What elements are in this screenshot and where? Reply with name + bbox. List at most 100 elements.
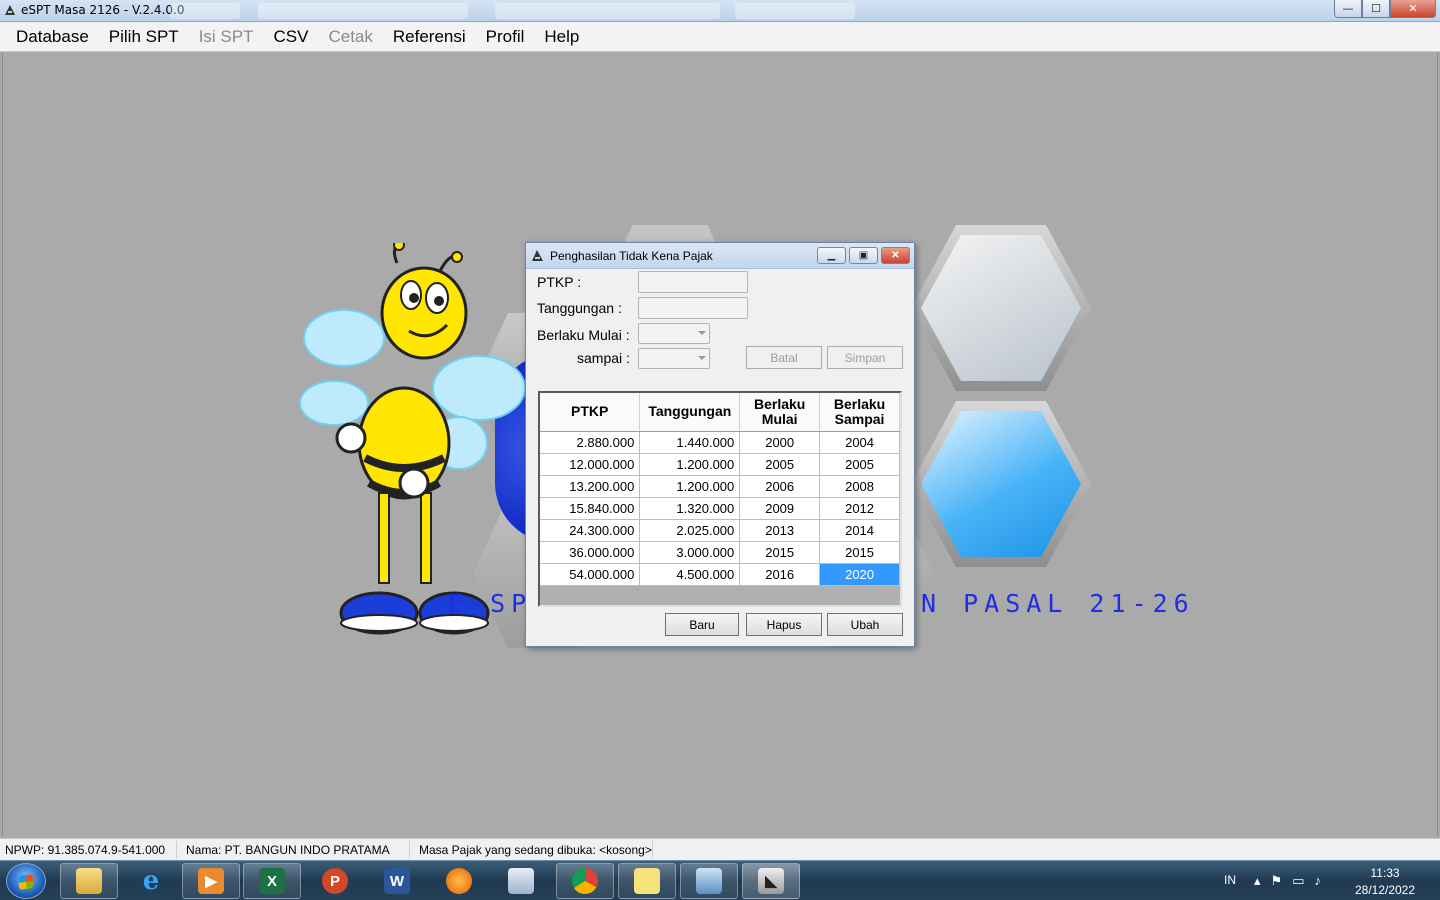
menu-cetak: Cetak bbox=[328, 26, 373, 46]
simpan-button[interactable]: Simpan bbox=[827, 346, 903, 369]
berlaku-mulai-cell[interactable]: 2009 bbox=[739, 497, 821, 520]
background-tab-ghost bbox=[495, 3, 720, 19]
window-title: eSPT Masa 2126 - V.2.4.0.0 bbox=[21, 3, 185, 17]
table-row[interactable]: 15.840.000 1.320.000 2009 2012 bbox=[540, 497, 900, 520]
menu-bar: Database Pilih SPT Isi SPT CSV Cetak Ref… bbox=[0, 22, 1440, 52]
show-hidden-icons-icon[interactable]: ▴ bbox=[1254, 873, 1261, 889]
berlaku-mulai-cell[interactable]: 2000 bbox=[739, 431, 821, 454]
action-center-icon[interactable]: ⚑ bbox=[1271, 873, 1283, 889]
volume-icon[interactable]: ♪ bbox=[1314, 873, 1321, 889]
minimize-button[interactable]: — bbox=[1334, 0, 1362, 18]
start-button[interactable] bbox=[6, 863, 46, 899]
taskbar-control-panel[interactable] bbox=[680, 863, 738, 899]
menu-referensi[interactable]: Referensi bbox=[383, 27, 476, 47]
sticky-notes-icon bbox=[634, 868, 660, 894]
internet-explorer-icon: e bbox=[142, 866, 160, 896]
table-row[interactable]: 54.000.000 4.500.000 2016 2020 bbox=[540, 563, 900, 586]
table-row[interactable]: 13.200.000 1.200.000 2006 2008 bbox=[540, 475, 900, 498]
tanggungan-cell[interactable]: 4.500.000 bbox=[639, 563, 741, 586]
network-icon[interactable]: ▭ bbox=[1292, 873, 1304, 889]
taskbar-internet-explorer[interactable]: e bbox=[122, 863, 180, 899]
berlaku-sampai-cell[interactable]: 2012 bbox=[819, 497, 900, 520]
menu-database[interactable]: Database bbox=[6, 27, 99, 47]
close-button[interactable]: ✕ bbox=[1390, 0, 1436, 18]
ptkp-cell[interactable]: 54.000.000 bbox=[540, 563, 641, 586]
taskbar-firefox[interactable] bbox=[430, 863, 488, 899]
menu-isi-spt: Isi SPT bbox=[198, 26, 254, 46]
table-row[interactable]: 36.000.000 3.000.000 2015 2015 bbox=[540, 541, 900, 564]
tanggungan-label: Tanggungan : bbox=[537, 300, 622, 316]
column-header-tanggungan[interactable]: Tanggungan bbox=[639, 393, 741, 432]
tanggungan-cell[interactable]: 3.000.000 bbox=[639, 541, 741, 564]
clock[interactable]: 11:33 28/12/2022 bbox=[1350, 865, 1420, 899]
network-tool-icon bbox=[508, 868, 534, 894]
taskbar-media-player[interactable]: ▶ bbox=[182, 863, 240, 899]
ubah-button[interactable]: Ubah bbox=[827, 613, 903, 636]
tanggungan-cell[interactable]: 1.200.000 bbox=[639, 475, 741, 498]
sampai-label: sampai : bbox=[577, 350, 630, 366]
table-row[interactable]: 12.000.000 1.200.000 2005 2005 bbox=[540, 453, 900, 476]
taskbar-file-explorer[interactable] bbox=[60, 863, 118, 899]
berlaku-sampai-cell[interactable]: 2004 bbox=[819, 431, 900, 454]
taskbar-chrome[interactable] bbox=[556, 863, 614, 899]
tanggungan-cell[interactable]: 1.440.000 bbox=[639, 431, 741, 454]
berlaku-sampai-cell[interactable]: 2005 bbox=[819, 453, 900, 476]
taskbar-excel[interactable]: X bbox=[243, 863, 301, 899]
berlaku-sampai-cell[interactable]: 2015 bbox=[819, 541, 900, 564]
berlaku-mulai-combo[interactable] bbox=[638, 323, 710, 344]
tanggungan-cell[interactable]: 1.320.000 bbox=[639, 497, 741, 520]
ptkp-dialog: Penghasilan Tidak Kena Pajak ▁ ▣ ✕ PTKP … bbox=[525, 242, 915, 647]
dialog-restore-button[interactable]: ▣ bbox=[849, 247, 878, 264]
berlaku-mulai-cell[interactable]: 2016 bbox=[739, 563, 821, 586]
taskbar-espt[interactable]: ◣ bbox=[742, 863, 800, 899]
logo-text-right: N PASAL 21-26 bbox=[921, 589, 1195, 618]
berlaku-mulai-cell[interactable]: 2015 bbox=[739, 541, 821, 564]
background-tab-ghost bbox=[258, 3, 468, 19]
taskbar-powerpoint[interactable]: P bbox=[306, 863, 364, 899]
tanggungan-field[interactable] bbox=[638, 297, 748, 319]
dialog-minimize-button[interactable]: ▁ bbox=[817, 247, 846, 264]
ptkp-cell[interactable]: 13.200.000 bbox=[540, 475, 641, 498]
taskbar-sticky-notes[interactable] bbox=[618, 863, 676, 899]
column-header-berlaku-mulai[interactable]: Berlaku Mulai bbox=[739, 393, 821, 432]
status-nama: Nama: PT. BANGUN INDO PRATAMA bbox=[186, 843, 390, 857]
maximize-button[interactable]: ☐ bbox=[1362, 0, 1390, 18]
ptkp-cell[interactable]: 2.880.000 bbox=[540, 431, 641, 454]
berlaku-mulai-cell[interactable]: 2005 bbox=[739, 453, 821, 476]
dialog-title: Penghasilan Tidak Kena Pajak bbox=[550, 249, 713, 263]
table-row[interactable]: 24.300.000 2.025.000 2013 2014 bbox=[540, 519, 900, 542]
tanggungan-cell[interactable]: 2.025.000 bbox=[639, 519, 741, 542]
berlaku-sampai-cell[interactable]: 2008 bbox=[819, 475, 900, 498]
baru-button[interactable]: Baru bbox=[665, 613, 739, 636]
espt-app-icon: ◣ bbox=[758, 868, 784, 894]
column-header-ptkp[interactable]: PTKP bbox=[540, 393, 641, 432]
berlaku-sampai-cell-selected[interactable]: 2020 bbox=[819, 563, 900, 586]
sampai-combo[interactable] bbox=[638, 348, 710, 369]
hapus-button[interactable]: Hapus bbox=[746, 613, 822, 636]
menu-profil[interactable]: Profil bbox=[476, 27, 535, 47]
menu-help[interactable]: Help bbox=[534, 27, 589, 47]
tanggungan-cell[interactable]: 1.200.000 bbox=[639, 453, 741, 476]
menu-csv[interactable]: CSV bbox=[264, 27, 319, 47]
ptkp-field[interactable] bbox=[638, 271, 748, 293]
excel-icon: X bbox=[259, 868, 285, 894]
berlaku-mulai-cell[interactable]: 2006 bbox=[739, 475, 821, 498]
berlaku-sampai-cell[interactable]: 2014 bbox=[819, 519, 900, 542]
batal-button[interactable]: Batal bbox=[746, 346, 822, 369]
taskbar-network-tool[interactable] bbox=[492, 863, 550, 899]
clock-time: 11:33 bbox=[1370, 866, 1400, 880]
ptkp-cell[interactable]: 36.000.000 bbox=[540, 541, 641, 564]
column-header-berlaku-sampai[interactable]: Berlaku Sampai bbox=[819, 393, 900, 432]
dialog-close-button[interactable]: ✕ bbox=[881, 247, 910, 264]
berlaku-mulai-cell[interactable]: 2013 bbox=[739, 519, 821, 542]
language-indicator[interactable]: IN bbox=[1224, 873, 1236, 887]
menu-pilih-spt[interactable]: Pilih SPT bbox=[99, 27, 189, 47]
logo-hexagon bbox=[911, 401, 1091, 567]
ptkp-cell[interactable]: 15.840.000 bbox=[540, 497, 641, 520]
taskbar-word[interactable]: W bbox=[368, 863, 426, 899]
background-tab-ghost bbox=[735, 3, 855, 19]
ptkp-cell[interactable]: 24.300.000 bbox=[540, 519, 641, 542]
ptkp-cell[interactable]: 12.000.000 bbox=[540, 453, 641, 476]
table-row[interactable]: 2.880.000 1.440.000 2000 2004 bbox=[540, 431, 900, 454]
background-tab-ghost bbox=[170, 3, 240, 19]
